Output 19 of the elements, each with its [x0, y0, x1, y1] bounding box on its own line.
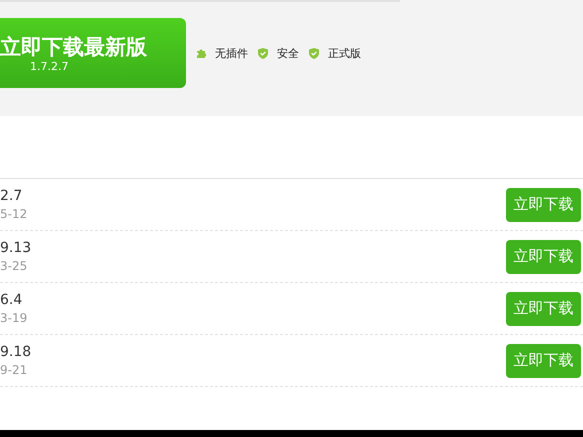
download-button[interactable]: 立即下载 [506, 188, 581, 222]
version-number: 2.7 [0, 188, 24, 204]
download-button[interactable]: 立即下载 [506, 240, 581, 274]
feature-label: 安全 [277, 46, 299, 60]
shield-check-icon [258, 48, 268, 58]
release-date: 5-12 [0, 207, 28, 221]
version-number: 9.18 [0, 344, 32, 360]
download-latest-button[interactable]: 立即下载最新版 1.7.2.7 [0, 18, 186, 88]
puzzle-icon [196, 48, 206, 58]
download-button[interactable]: 立即下载 [506, 344, 581, 378]
version-number: 9.13 [0, 240, 32, 256]
release-date: 3-25 [0, 259, 28, 273]
release-date: 3-19 [0, 311, 28, 325]
download-button[interactable]: 立即下载 [506, 292, 581, 326]
version-number: 6.4 [0, 292, 24, 308]
release-date: 9-21 [0, 363, 28, 377]
feature-label: 无插件 [215, 46, 248, 60]
feature-label: 正式版 [328, 46, 361, 60]
shield-check-icon [309, 48, 319, 58]
